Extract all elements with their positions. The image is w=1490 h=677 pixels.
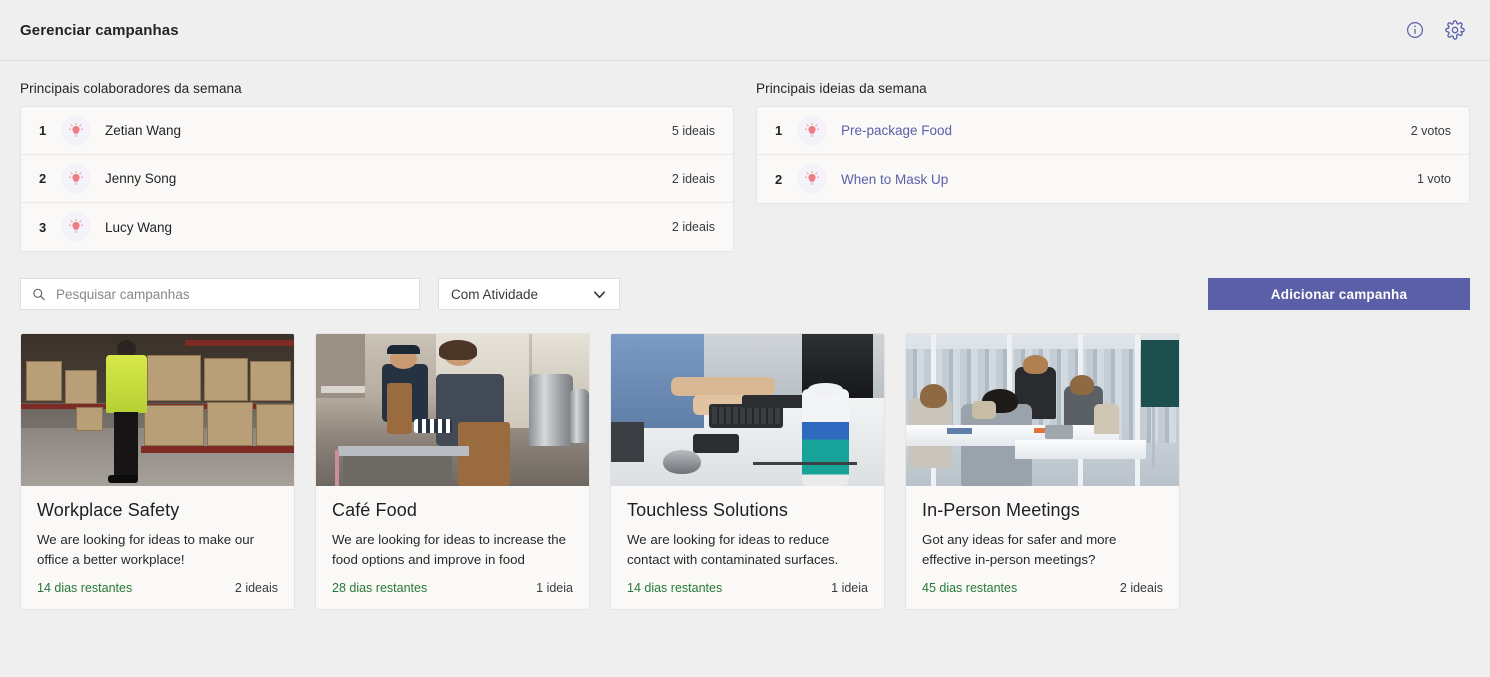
campaign-card-body: Café Food We are looking for ideas to in… (316, 486, 589, 570)
list-item[interactable]: 1 (21, 107, 733, 155)
campaign-days-remaining: 45 dias restantes (922, 581, 1018, 595)
gear-icon[interactable] (1444, 19, 1466, 41)
campaign-days-remaining: 14 dias restantes (37, 581, 133, 595)
activity-filter-dropdown[interactable]: Com Atividade (438, 278, 620, 310)
search-box[interactable] (20, 278, 420, 310)
lightbulb-icon (61, 212, 91, 242)
lightbulb-icon (61, 115, 91, 146)
campaign-card[interactable]: Café Food We are looking for ideas to in… (315, 333, 590, 610)
campaign-title: Touchless Solutions (627, 500, 788, 520)
campaign-idea-count: 2 ideais (1119, 581, 1163, 595)
campaign-card-footer: 45 dias restantes 2 ideais (906, 570, 1179, 609)
campaign-card[interactable]: Workplace Safety We are looking for idea… (20, 333, 295, 610)
lightbulb-icon (797, 164, 827, 194)
campaign-description: We are looking for ideas to increase the… (332, 532, 567, 567)
idea-votes: 2 votos (1410, 123, 1451, 138)
campaign-card[interactable]: In-Person Meetings Got any ideas for saf… (905, 333, 1180, 610)
info-icon[interactable] (1404, 19, 1426, 41)
leaderboard-panels: Principais colaboradores da semana 1 Zet… (20, 61, 1470, 252)
search-icon (33, 288, 45, 300)
rank-label: 2 (775, 171, 783, 187)
header-actions (1404, 19, 1466, 41)
campaign-idea-count: 1 ideia (536, 581, 573, 595)
campaign-toolbar: Com Atividade Adicionar campanha (20, 278, 1470, 310)
contributor-count: 5 ideais (671, 123, 715, 138)
ideas-panel-title: Principais ideias da semana (756, 81, 927, 96)
campaign-card-body: Touchless Solutions We are looking for i… (611, 486, 884, 570)
idea-votes: 1 voto (1416, 172, 1451, 186)
campaign-title: In-Person Meetings (922, 500, 1080, 520)
campaign-idea-count: 1 ideia (831, 581, 868, 595)
search-input[interactable] (56, 286, 409, 302)
contributor-name: Jenny Song (105, 171, 177, 186)
campaign-title: Café Food (332, 500, 417, 520)
idea-link[interactable]: When to Mask Up (841, 172, 948, 187)
campaign-card-grid: Workplace Safety We are looking for idea… (20, 333, 1470, 610)
rank-label: 1 (775, 123, 783, 138)
campaign-idea-count: 2 ideais (234, 581, 278, 595)
campaign-days-remaining: 28 dias restantes (332, 581, 428, 595)
contributor-name: Zetian Wang (105, 123, 182, 138)
contributors-panel-title: Principais colaboradores da semana (20, 81, 242, 96)
contributors-list: 1 Zetian Wang 5 ideais 2 Jenny Song 2 id… (20, 106, 734, 252)
campaign-card-footer: 28 dias restantes 1 ideia (316, 570, 589, 609)
campaign-days-remaining: 14 dias restantes (627, 581, 723, 595)
campaign-description: We are looking for ideas to make our off… (37, 532, 255, 567)
contributor-name: Lucy Wang (105, 219, 173, 235)
campaign-card[interactable]: Touchless Solutions We are looking for i… (610, 333, 885, 610)
lightbulb-icon (797, 115, 827, 146)
rank-label: 3 (39, 219, 47, 235)
lightbulb-icon (61, 163, 91, 194)
list-item[interactable]: 2 (21, 155, 733, 203)
idea-link[interactable]: Pre-package Food (841, 123, 952, 138)
cafe-workers-photo (316, 334, 589, 486)
campaign-title: Workplace Safety (37, 500, 180, 520)
contributors-panel: Principais colaboradores da semana 1 Zet… (20, 81, 734, 252)
page-title: Gerenciar campanhas (20, 21, 179, 39)
list-item[interactable]: 1 (757, 107, 1469, 155)
ideas-panel: Principais ideias da semana 1 Pre-packag… (756, 81, 1470, 252)
contributor-count: 2 ideais (671, 220, 715, 234)
ideas-list: 1 Pre-package Food 2 votos 2 When to Mas… (756, 106, 1470, 204)
app-header: Gerenciar campanhas (0, 0, 1490, 61)
page-content: Principais colaboradores da semana 1 Zet… (0, 61, 1490, 610)
add-campaign-button[interactable]: Adicionar campanha (1208, 278, 1470, 310)
campaign-description: We are looking for ideas to reduce conta… (627, 532, 839, 567)
meeting-room-photo (906, 334, 1179, 486)
campaign-card-body: In-Person Meetings Got any ideas for saf… (906, 486, 1179, 570)
warehouse-worker-photo (21, 334, 294, 486)
campaign-card-body: Workplace Safety We are looking for idea… (21, 486, 294, 570)
campaign-card-footer: 14 dias restantes 1 ideia (611, 570, 884, 609)
campaign-description: Got any ideas for safer and more effecti… (922, 532, 1117, 567)
rank-label: 2 (39, 171, 47, 186)
list-item[interactable]: 2 (757, 155, 1469, 203)
campaign-card-footer: 14 dias restantes 2 ideais (21, 570, 294, 609)
rank-label: 1 (39, 123, 47, 138)
list-item[interactable]: 3 Lucy Wang 2 ideais (21, 203, 733, 251)
activity-filter-value: Com Atividade (451, 286, 539, 302)
contributor-count: 2 ideais (671, 171, 715, 186)
chevron-down-icon (592, 287, 607, 302)
keyboard-cleaning-photo (611, 334, 884, 486)
